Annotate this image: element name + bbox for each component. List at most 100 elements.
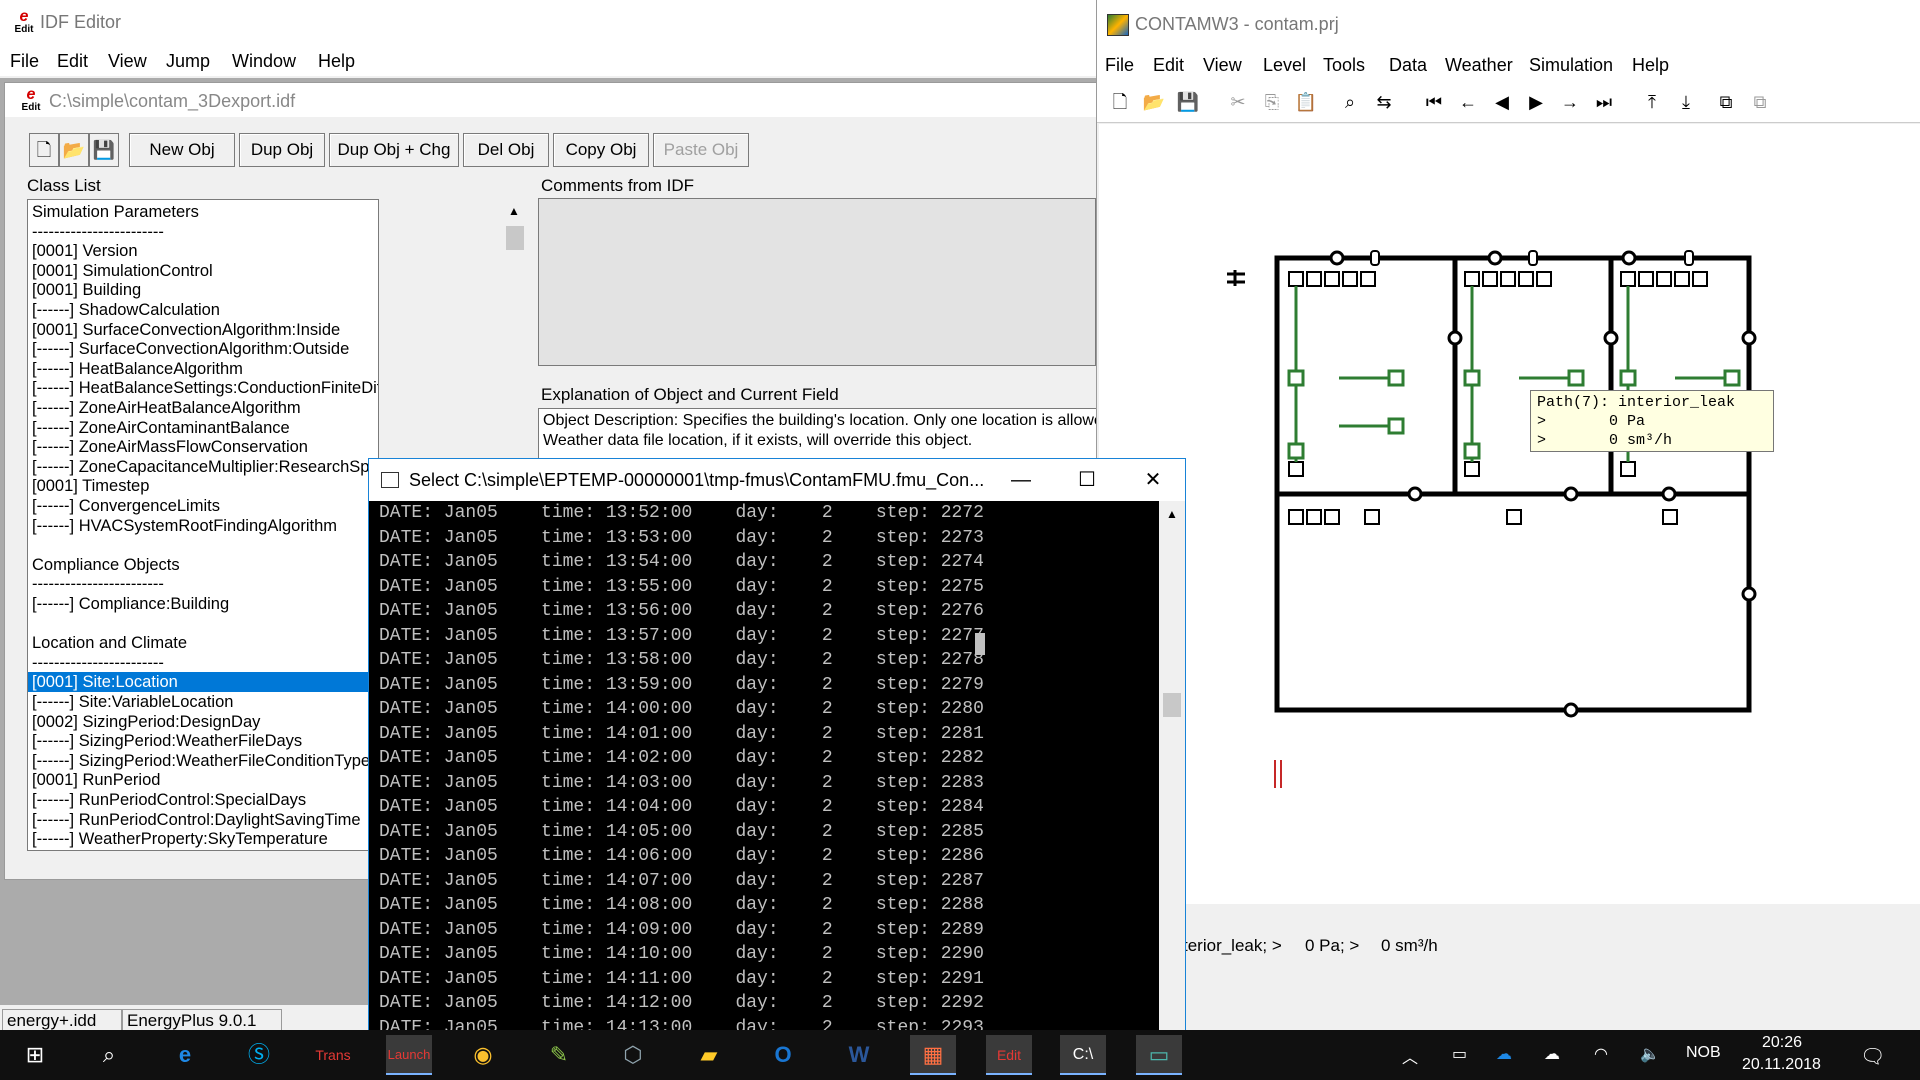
clock-time[interactable]: 20:26 — [1762, 1034, 1802, 1052]
word-icon[interactable]: W — [836, 1035, 882, 1075]
back-fast-icon[interactable]: ← — [1455, 90, 1481, 114]
class-list-item[interactable]: [------] Site:VariableLocation — [32, 692, 233, 712]
notepad-icon[interactable]: ✎ — [536, 1035, 582, 1075]
leak-path-icon[interactable] — [1603, 330, 1619, 346]
leak-path-icon[interactable] — [1661, 486, 1677, 502]
zone-icon[interactable] — [1360, 271, 1376, 287]
arrange-disabled-icon[interactable]: ⧉ — [1747, 90, 1773, 114]
new-obj-button[interactable]: New Obj — [129, 133, 235, 167]
leak-path-icon[interactable] — [1621, 250, 1637, 266]
zone-icon[interactable] — [1324, 509, 1340, 525]
find-icon[interactable]: ⌕ — [1337, 90, 1363, 114]
zone-icon[interactable] — [1662, 509, 1678, 525]
leak-path-icon[interactable] — [1487, 250, 1503, 266]
class-list-item[interactable]: [------] RunPeriodControl:DaylightSaving… — [32, 810, 361, 830]
arrange-icon[interactable]: ⧉ — [1713, 90, 1739, 114]
search-icon[interactable]: ⌕ — [86, 1035, 132, 1075]
duct-junction-icon[interactable] — [1287, 369, 1305, 387]
zone-icon[interactable] — [1620, 271, 1636, 287]
skype-icon[interactable]: Ⓢ — [236, 1035, 282, 1075]
scroll-up-arrow-icon[interactable]: ▲ — [508, 204, 520, 218]
class-list[interactable]: Simulation Parameters -------------------… — [27, 199, 379, 851]
duct-junction-icon[interactable] — [1723, 369, 1741, 387]
contam-menu-level[interactable]: Level — [1263, 55, 1306, 76]
class-list-item[interactable]: [0001] SurfaceConvectionAlgorithm:Inside — [32, 320, 340, 340]
contam-menu-tools[interactable]: Tools — [1323, 55, 1365, 76]
close-icon[interactable]: ✕ — [1125, 463, 1181, 497]
class-list-item[interactable]: Location and Climate — [32, 633, 187, 653]
contam-menu-simulation[interactable]: Simulation — [1529, 55, 1613, 76]
openstudio-icon[interactable]: ⬡ — [610, 1035, 656, 1075]
class-list-item[interactable]: [------] ConvergenceLimits — [32, 496, 220, 516]
class-list-item[interactable]: [------] HeatBalanceSettings:ConductionF… — [32, 378, 378, 398]
volume-icon[interactable]: 🔈 — [1640, 1044, 1660, 1064]
comments-textbox[interactable] — [538, 198, 1096, 366]
zone-icon[interactable] — [1464, 271, 1480, 287]
class-list-item[interactable]: [------] Compliance:Building — [32, 594, 229, 614]
contam-menu-edit[interactable]: Edit — [1153, 55, 1184, 76]
console-icon[interactable]: C:\ — [1060, 1035, 1106, 1075]
battery-icon[interactable]: ▭ — [1452, 1044, 1467, 1064]
opening-icon[interactable] — [1684, 250, 1694, 266]
class-list-item[interactable]: Simulation Parameters — [32, 202, 199, 222]
class-list-item[interactable]: [------] ShadowCalculation — [32, 300, 220, 320]
duct-junction-icon[interactable] — [1463, 369, 1481, 387]
idf-menu-help[interactable]: Help — [318, 51, 355, 72]
class-list-item[interactable]: [0002] SizingPeriod:DesignDay — [32, 712, 260, 732]
zone-icon[interactable] — [1500, 271, 1516, 287]
zone-icon[interactable] — [1342, 271, 1358, 287]
idf-menu-view[interactable]: View — [108, 51, 147, 72]
open-icon[interactable]: 📂 — [1141, 90, 1167, 114]
copy-icon[interactable]: ⎘ — [1259, 90, 1285, 114]
ep-trans-icon[interactable]: Trans — [310, 1035, 356, 1075]
zone-icon[interactable] — [1506, 509, 1522, 525]
opening-icon[interactable] — [1370, 250, 1380, 266]
cut-icon[interactable]: ✂ — [1225, 90, 1251, 114]
open-file-button[interactable]: 📂 — [59, 133, 89, 167]
zone-icon[interactable] — [1306, 271, 1322, 287]
class-list-item[interactable]: [------] ZoneCapacitanceMultiplier:Resea… — [32, 457, 378, 477]
duct-junction-icon[interactable] — [1287, 442, 1305, 460]
scrollbar-thumb[interactable] — [1163, 693, 1181, 717]
class-list-item[interactable]: [------] SurfaceConvectionAlgorithm:Outs… — [32, 339, 349, 359]
contam-menu-data[interactable]: Data — [1389, 55, 1427, 76]
ep-launch-icon[interactable]: Launch — [386, 1035, 432, 1075]
save-file-button[interactable]: 💾 — [89, 133, 119, 167]
notifications-icon[interactable]: 🗨 — [1860, 1044, 1885, 1069]
zone-icon[interactable] — [1620, 461, 1636, 477]
class-list-item[interactable]: [------] HVACSystemRootFindingAlgorithm — [32, 516, 337, 536]
contam-menu-view[interactable]: View — [1203, 55, 1242, 76]
new-file-button[interactable]: 🗋 — [29, 133, 59, 167]
paste-icon[interactable]: 📋 — [1293, 90, 1319, 114]
last-icon[interactable]: ⏭ — [1591, 90, 1617, 114]
forward-icon[interactable]: ▶ — [1523, 90, 1549, 114]
class-list-item[interactable]: [------] RunPeriodControl:SpecialDays — [32, 790, 306, 810]
wifi-icon[interactable]: ◠ — [1594, 1044, 1608, 1064]
class-list-item[interactable]: [0001] Site:Location — [28, 672, 378, 693]
class-list-item[interactable]: [------] HeatBalanceAlgorithm — [32, 359, 243, 379]
duct-junction-icon[interactable] — [1387, 369, 1405, 387]
idf-menu-jump[interactable]: Jump — [166, 51, 210, 72]
leak-path-icon[interactable] — [1407, 486, 1423, 502]
class-list-item[interactable]: ------------------------ — [32, 653, 164, 673]
outlook-icon[interactable]: O — [760, 1035, 806, 1075]
zone-icon[interactable] — [1656, 271, 1672, 287]
new-icon[interactable]: 🗋 — [1107, 90, 1133, 114]
class-list-item[interactable]: [------] ZoneAirHeatBalanceAlgorithm — [32, 398, 301, 418]
zone-icon[interactable] — [1288, 461, 1304, 477]
zone-icon[interactable] — [1518, 271, 1534, 287]
duct-junction-icon[interactable] — [1619, 369, 1637, 387]
zone-icon[interactable] — [1464, 461, 1480, 477]
class-list-item[interactable]: [------] SizingPeriod:WeatherFileDays — [32, 731, 302, 751]
level-up-icon[interactable]: ⤒ — [1639, 90, 1665, 114]
language-indicator[interactable]: NOB — [1686, 1044, 1721, 1062]
zone-icon[interactable] — [1536, 271, 1552, 287]
find-next-icon[interactable]: ⇆ — [1371, 90, 1397, 114]
forward-fast-icon[interactable]: → — [1557, 90, 1583, 114]
contam-menu-file[interactable]: File — [1105, 55, 1134, 76]
duct-junction-icon[interactable] — [1567, 369, 1585, 387]
dup-obj-button[interactable]: Dup Obj — [239, 133, 325, 167]
start-icon[interactable]: ⊞ — [12, 1035, 58, 1075]
zone-icon[interactable] — [1692, 271, 1708, 287]
idf-menu-file[interactable]: File — [10, 51, 39, 72]
